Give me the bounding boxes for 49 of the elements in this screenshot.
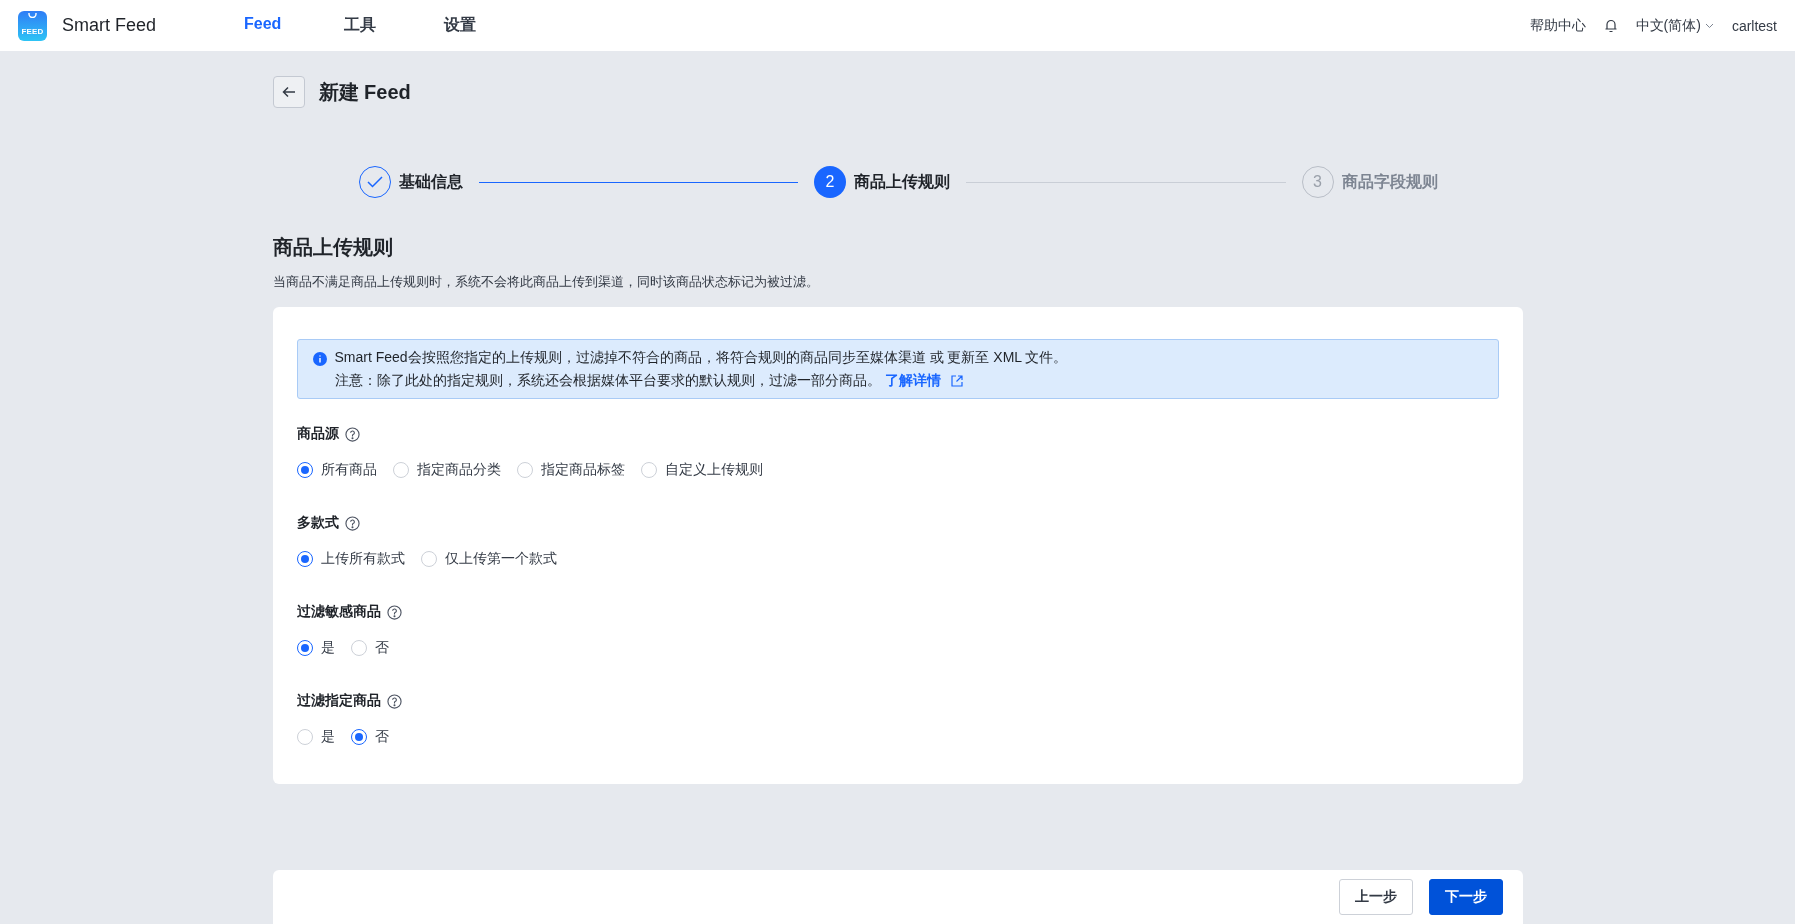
help-icon[interactable] xyxy=(344,426,360,442)
learn-more-link[interactable]: 了解详情 xyxy=(884,372,963,390)
radio-option[interactable]: 否 xyxy=(350,639,389,657)
help-icon[interactable] xyxy=(386,693,402,709)
back-arrow-icon xyxy=(281,86,296,98)
help-icon[interactable] xyxy=(386,604,402,620)
info-icon xyxy=(312,352,327,366)
radio-option[interactable]: 仅上传第一个款式 xyxy=(420,550,557,568)
app-name: Smart Feed xyxy=(62,15,157,36)
section-description: 当商品不满足商品上传规则时，系统不会将此商品上传到渠道，同时该商品状态标记为被过滤。 xyxy=(272,273,820,291)
notice-text: 注意：除了此处的指定规则，系统还会根据媒体平台要求的默认规则，过滤一部分商品。 xyxy=(334,372,881,390)
user-name[interactable]: carltest xyxy=(1731,17,1777,34)
field-label: 多款式 xyxy=(296,514,339,532)
step-indicator: 2 xyxy=(814,166,846,198)
chevron-down-icon xyxy=(1704,22,1714,29)
back-button[interactable] xyxy=(272,76,305,108)
notice-text: Smart Feed会按照您指定的上传规则，过滤掉不符合的商品，将符合规则的商品同步至媒体渠道 或 更新至 XML 文件。 xyxy=(334,349,1068,367)
field-label: 过滤敏感商品 xyxy=(296,603,381,621)
radio-button[interactable] xyxy=(296,640,313,656)
check-icon xyxy=(366,176,383,188)
section-title: 商品上传规则 xyxy=(272,235,394,260)
page-title: 新建 Feed xyxy=(318,79,411,105)
external-link-icon xyxy=(950,375,963,387)
previous-button[interactable]: 上一步 xyxy=(1338,879,1413,915)
radio-option[interactable]: 指定商品标签 xyxy=(516,461,625,479)
help-icon[interactable] xyxy=(344,515,360,531)
field-label: 商品源 xyxy=(296,425,339,443)
radio-button[interactable] xyxy=(296,462,313,478)
radio-option[interactable]: 上传所有款式 xyxy=(296,550,405,568)
radio-option[interactable]: 是 xyxy=(296,639,335,657)
step-label: 基础信息 xyxy=(398,171,463,192)
help-center-link[interactable]: 帮助中心 xyxy=(1529,16,1586,35)
radio-option[interactable]: 否 xyxy=(350,728,389,746)
step-label: 商品字段规则 xyxy=(1341,171,1438,192)
field-label: 过滤指定商品 xyxy=(296,692,381,710)
next-button[interactable]: 下一步 xyxy=(1428,879,1503,915)
radio-option[interactable]: 自定义上传规则 xyxy=(640,461,763,479)
app-logo: FEED xyxy=(18,10,47,41)
language-selector[interactable]: 中文(简体) xyxy=(1635,16,1714,35)
nav-tab[interactable]: 设置 xyxy=(444,15,545,36)
radio-option[interactable]: 所有商品 xyxy=(296,461,377,479)
radio-option[interactable]: 是 xyxy=(296,728,335,746)
bell-icon[interactable] xyxy=(1603,18,1618,33)
radio-button[interactable] xyxy=(350,729,367,745)
radio-option[interactable]: 指定商品分类 xyxy=(392,461,501,479)
nav-tab[interactable]: 工具 xyxy=(344,15,445,36)
step-label: 商品上传规则 xyxy=(854,171,950,192)
radio-button[interactable] xyxy=(296,551,313,567)
nav-tab[interactable]: Feed xyxy=(244,15,345,36)
